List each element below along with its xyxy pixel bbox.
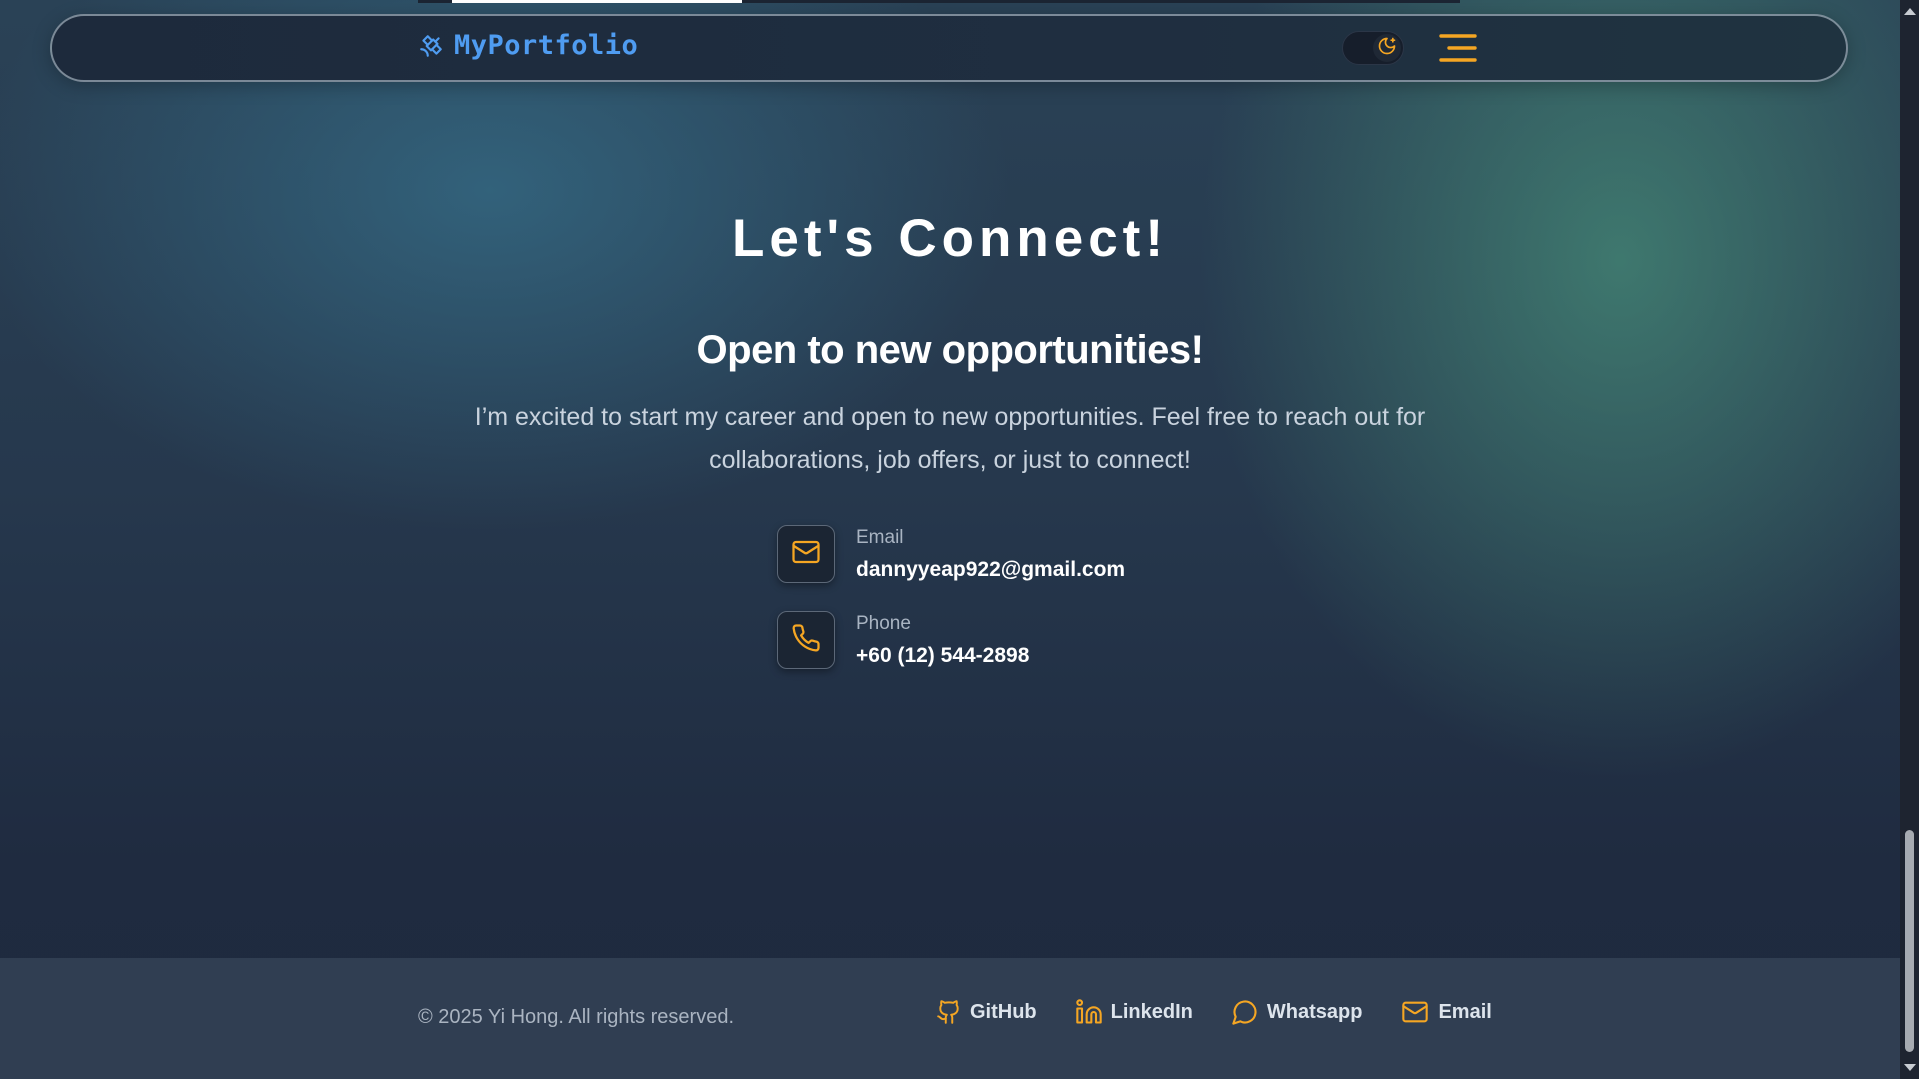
contact-email-value[interactable]: dannyyeap922@gmail.com	[856, 558, 1125, 582]
scroll-thumb[interactable]	[1905, 830, 1914, 1052]
section-title: Let's Connect!	[732, 209, 1168, 268]
top-strip-highlight	[452, 0, 742, 3]
page-scrollbar[interactable]	[1900, 0, 1919, 1079]
page: MyPortfolio Let's Connect! Open to new o…	[0, 0, 1900, 1079]
intro-text: I’m excited to start my career and open …	[474, 403, 1426, 474]
satellite-icon	[418, 33, 444, 59]
contact-email[interactable]: Email dannyyeap922@gmail.com	[777, 525, 1125, 583]
contact-phone-value[interactable]: +60 (12) 544-2898	[856, 644, 1029, 668]
brand-logo-link[interactable]: MyPortfolio	[418, 30, 638, 61]
brand-name: MyPortfolio	[454, 30, 639, 61]
menu-icon	[1438, 34, 1478, 67]
mail-icon	[791, 537, 821, 572]
footer-link-email-label: Email	[1438, 1000, 1492, 1023]
phone-icon	[791, 623, 821, 658]
linkedin-icon	[1075, 998, 1111, 1026]
moon-icon	[1377, 36, 1397, 61]
footer-link-whatsapp[interactable]: Whatsapp	[1231, 998, 1363, 1026]
contact-email-icon-box	[777, 525, 835, 583]
footer-link-email[interactable]: Email	[1400, 998, 1492, 1026]
footer-links: GitHub LinkedIn Whatsapp Email	[936, 998, 1492, 1026]
contact-phone-label: Phone	[856, 612, 911, 634]
theme-toggle-knob	[1373, 34, 1401, 62]
contact-phone[interactable]: Phone +60 (12) 544-2898	[777, 611, 1029, 669]
scroll-up-arrow-icon[interactable]	[1904, 8, 1916, 15]
scroll-down-arrow-icon[interactable]	[1904, 1064, 1916, 1071]
footer-link-github[interactable]: GitHub	[936, 998, 1037, 1026]
contact-phone-icon-box	[777, 611, 835, 669]
footer-link-github-label: GitHub	[970, 1000, 1037, 1023]
footer-link-linkedin-label: LinkedIn	[1110, 1000, 1193, 1023]
navbar	[50, 14, 1848, 82]
whatsapp-icon	[1231, 998, 1267, 1026]
contact-email-label: Email	[856, 526, 904, 548]
footer-link-linkedin[interactable]: LinkedIn	[1075, 998, 1193, 1026]
footer-copyright: © 2025 Yi Hong. All rights reserved.	[418, 1006, 735, 1028]
footer-link-whatsapp-label: Whatsapp	[1266, 1000, 1363, 1023]
section-subtitle: Open to new opportunities!	[696, 328, 1204, 372]
menu-button[interactable]	[1438, 33, 1478, 63]
mail-icon	[1400, 998, 1438, 1026]
github-icon	[936, 998, 970, 1026]
theme-toggle[interactable]	[1342, 31, 1404, 65]
